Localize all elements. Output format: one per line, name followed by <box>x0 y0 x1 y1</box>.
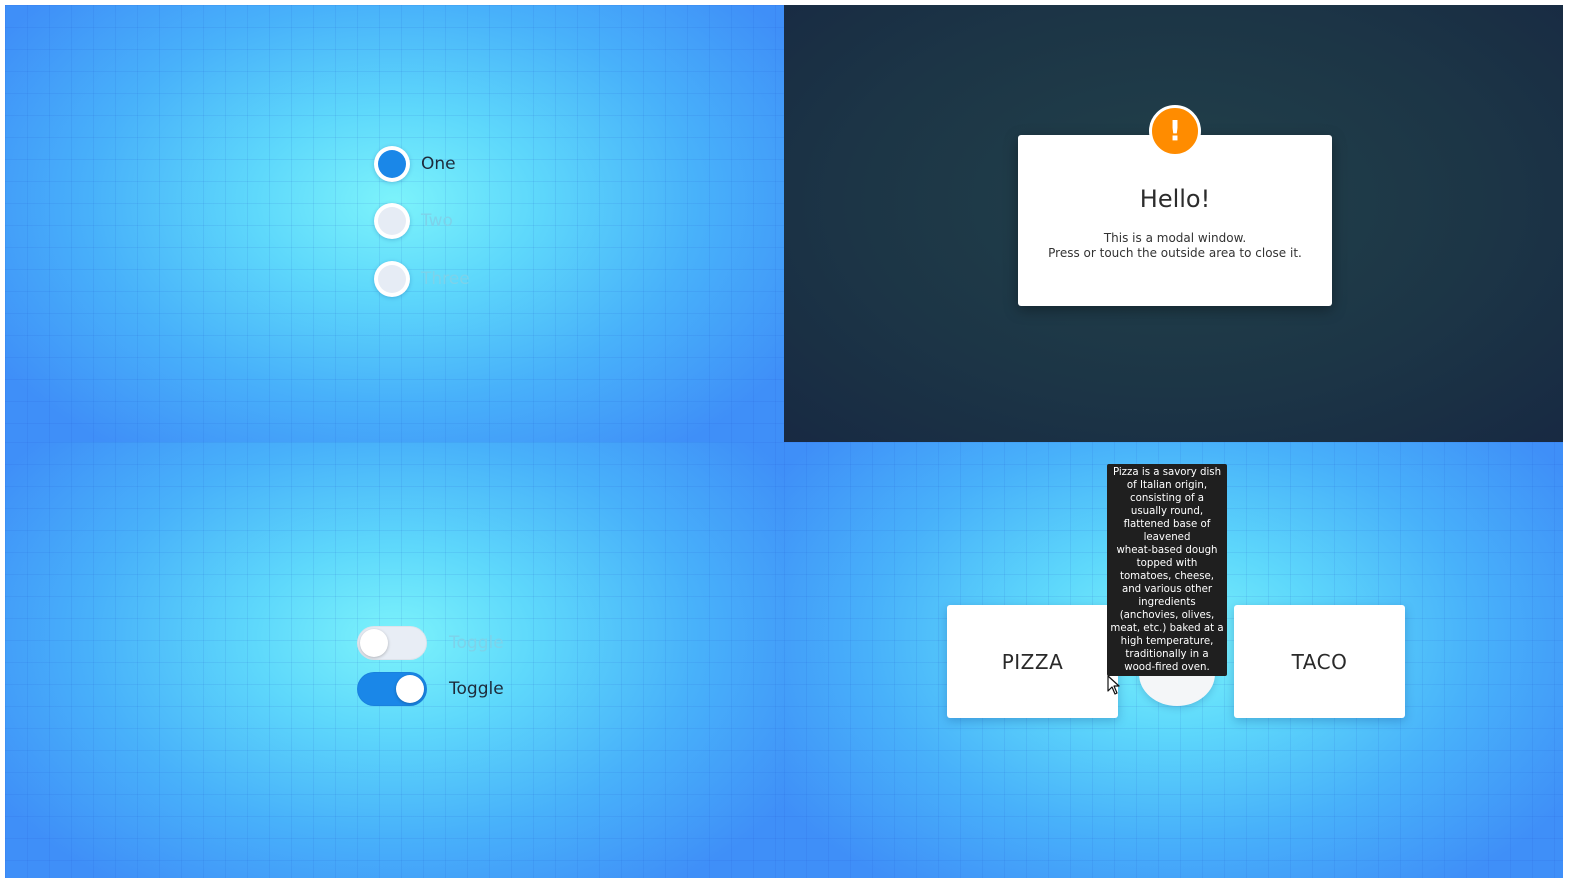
mouse-cursor-icon <box>1107 675 1120 695</box>
radio-label: Three <box>421 269 470 289</box>
radio-option-three[interactable]: Three <box>374 261 470 297</box>
toggle-off[interactable]: Toggle <box>357 626 504 660</box>
toggle-knob[interactable] <box>360 629 388 657</box>
toggle-switch[interactable] <box>357 626 427 660</box>
toggle-switch[interactable] <box>357 672 427 706</box>
pizza-card[interactable]: PIZZA <box>947 605 1118 718</box>
toggle-knob[interactable] <box>396 675 424 703</box>
tooltip-line: consisting of a <box>1129 493 1205 504</box>
pizza-tooltip: Pizza is a savory dish of Italian origin… <box>1107 464 1227 676</box>
radio-circle[interactable] <box>374 203 410 239</box>
radio-dot <box>378 207 406 235</box>
tooltip-line: leavened <box>1143 532 1191 543</box>
toggle-label: Toggle <box>449 679 504 699</box>
demo-frame: One Two Three ! Hello! This is a modal w… <box>5 5 1563 878</box>
radio-panel: One Two Three <box>5 5 784 442</box>
tooltip-line: wheat-based dough <box>1116 545 1218 556</box>
toggle-on[interactable]: Toggle <box>357 672 504 706</box>
tooltip-line: Pizza is a savory dish <box>1112 467 1222 478</box>
tooltip-line: flattened base of <box>1123 519 1211 530</box>
toggle-label: Toggle <box>449 633 504 653</box>
radio-circle[interactable] <box>374 146 410 182</box>
modal-message-line-1: This is a modal window. <box>1103 231 1247 245</box>
tooltip-line: of Italian origin, <box>1126 480 1208 491</box>
radio-label: Two <box>421 211 453 231</box>
radio-option-two[interactable]: Two <box>374 203 453 239</box>
warning-icon: ! <box>1149 105 1201 157</box>
tooltip-line: topped with <box>1136 558 1198 569</box>
tooltip-line: high temperature, <box>1120 636 1214 647</box>
modal-window: ! Hello! This is a modal window. Press o… <box>1018 105 1332 306</box>
tooltip-line: (anchovies, olives, <box>1119 610 1215 621</box>
tooltip-line: meat, etc.) baked at a <box>1110 623 1224 634</box>
tooltip-line: tomatoes, cheese, <box>1119 571 1215 582</box>
modal-message-line-2: Press or touch the outside area to close… <box>1048 246 1302 260</box>
tooltip-line: traditionally in a <box>1125 649 1209 660</box>
tooltip-line: usually round, <box>1130 506 1204 517</box>
radio-option-one[interactable]: One <box>374 146 456 182</box>
taco-card[interactable]: TACO <box>1234 605 1405 718</box>
tooltip-line: ingredients <box>1138 597 1196 608</box>
radio-circle[interactable] <box>374 261 410 297</box>
radio-dot <box>378 150 406 178</box>
tooltip-line: wood-fired oven. <box>1124 662 1210 673</box>
modal-title: Hello! <box>1139 185 1211 213</box>
cards-panel: PIZZA TACO Pizza is a savory dish of Ita… <box>784 442 1563 878</box>
toggle-panel: Toggle Toggle <box>5 442 784 878</box>
radio-dot <box>378 265 406 293</box>
modal-backdrop[interactable]: ! Hello! This is a modal window. Press o… <box>784 5 1563 442</box>
tooltip-line: and various other <box>1121 584 1213 595</box>
radio-label: One <box>421 154 456 174</box>
